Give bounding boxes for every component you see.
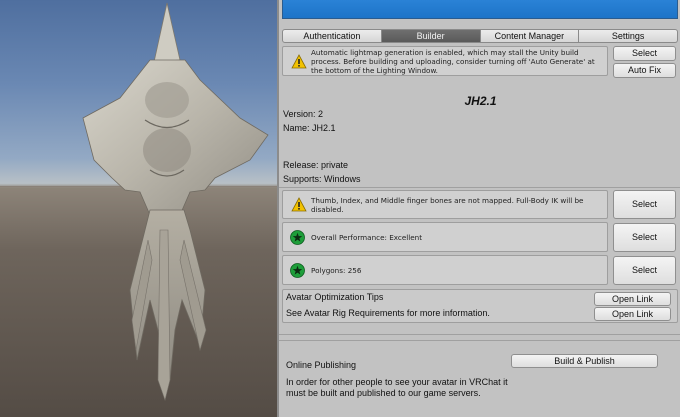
optimization-tips-title: Avatar Optimization Tips	[286, 292, 384, 302]
polygons-text: Polygons: 256	[311, 266, 362, 275]
lightmap-warning-text: Automatic lightmap generation is enabled…	[311, 48, 595, 75]
scene-viewport[interactable]	[0, 0, 277, 417]
avatar-supports: Supports: Windows	[283, 174, 361, 184]
performance-box: Overall Performance: Excellent	[282, 222, 608, 252]
tab-authentication[interactable]: Authentication	[282, 29, 382, 43]
avatar-version: Version: 2	[283, 109, 324, 119]
finger-bones-warning-box: Thumb, Index, and Middle finger bones ar…	[282, 190, 608, 219]
sdk-banner	[282, 0, 678, 19]
tab-content-manager[interactable]: Content Manager	[480, 29, 580, 43]
finger-bones-select-button[interactable]: Select	[613, 190, 676, 219]
star-check-icon	[290, 230, 305, 245]
publishing-description: In order for other people to see your av…	[286, 377, 508, 398]
finger-bones-warning-text: Thumb, Index, and Middle finger bones ar…	[311, 196, 584, 214]
performance-text: Overall Performance: Excellent	[311, 233, 423, 242]
divider	[279, 334, 680, 335]
avatar-model	[82, 2, 269, 402]
optimization-tips-box: Avatar Optimization Tips See Avatar Rig …	[282, 289, 678, 323]
divider	[279, 187, 680, 188]
performance-select-button[interactable]: Select	[613, 223, 676, 252]
warning-icon	[291, 197, 307, 212]
polygons-select-button[interactable]: Select	[613, 256, 676, 285]
open-link-tips-button[interactable]: Open Link	[594, 292, 671, 306]
lightmap-select-button[interactable]: Select	[613, 46, 676, 61]
tab-settings[interactable]: Settings	[579, 29, 678, 43]
tab-bar: Authentication Builder Content Manager S…	[282, 29, 678, 43]
avatar-name-title: JH2.1	[464, 94, 497, 108]
auto-fix-button[interactable]: Auto Fix	[613, 63, 676, 78]
avatar-release: Release: private	[283, 160, 349, 170]
lightmap-warning-box: Automatic lightmap generation is enabled…	[282, 46, 608, 76]
avatar-name: Name: JH2.1	[283, 123, 336, 133]
divider	[279, 340, 680, 341]
warning-icon	[291, 54, 307, 69]
vrchat-sdk-panel: Authentication Builder Content Manager S…	[277, 0, 680, 417]
tab-builder[interactable]: Builder	[381, 29, 481, 43]
online-publishing-label: Online Publishing	[286, 360, 357, 370]
polygons-box: Polygons: 256	[282, 255, 608, 285]
star-check-icon	[290, 263, 305, 278]
rig-requirements-text: See Avatar Rig Requirements for more inf…	[286, 308, 490, 318]
open-link-rig-button[interactable]: Open Link	[594, 307, 671, 321]
build-and-publish-button[interactable]: Build & Publish	[511, 354, 658, 368]
